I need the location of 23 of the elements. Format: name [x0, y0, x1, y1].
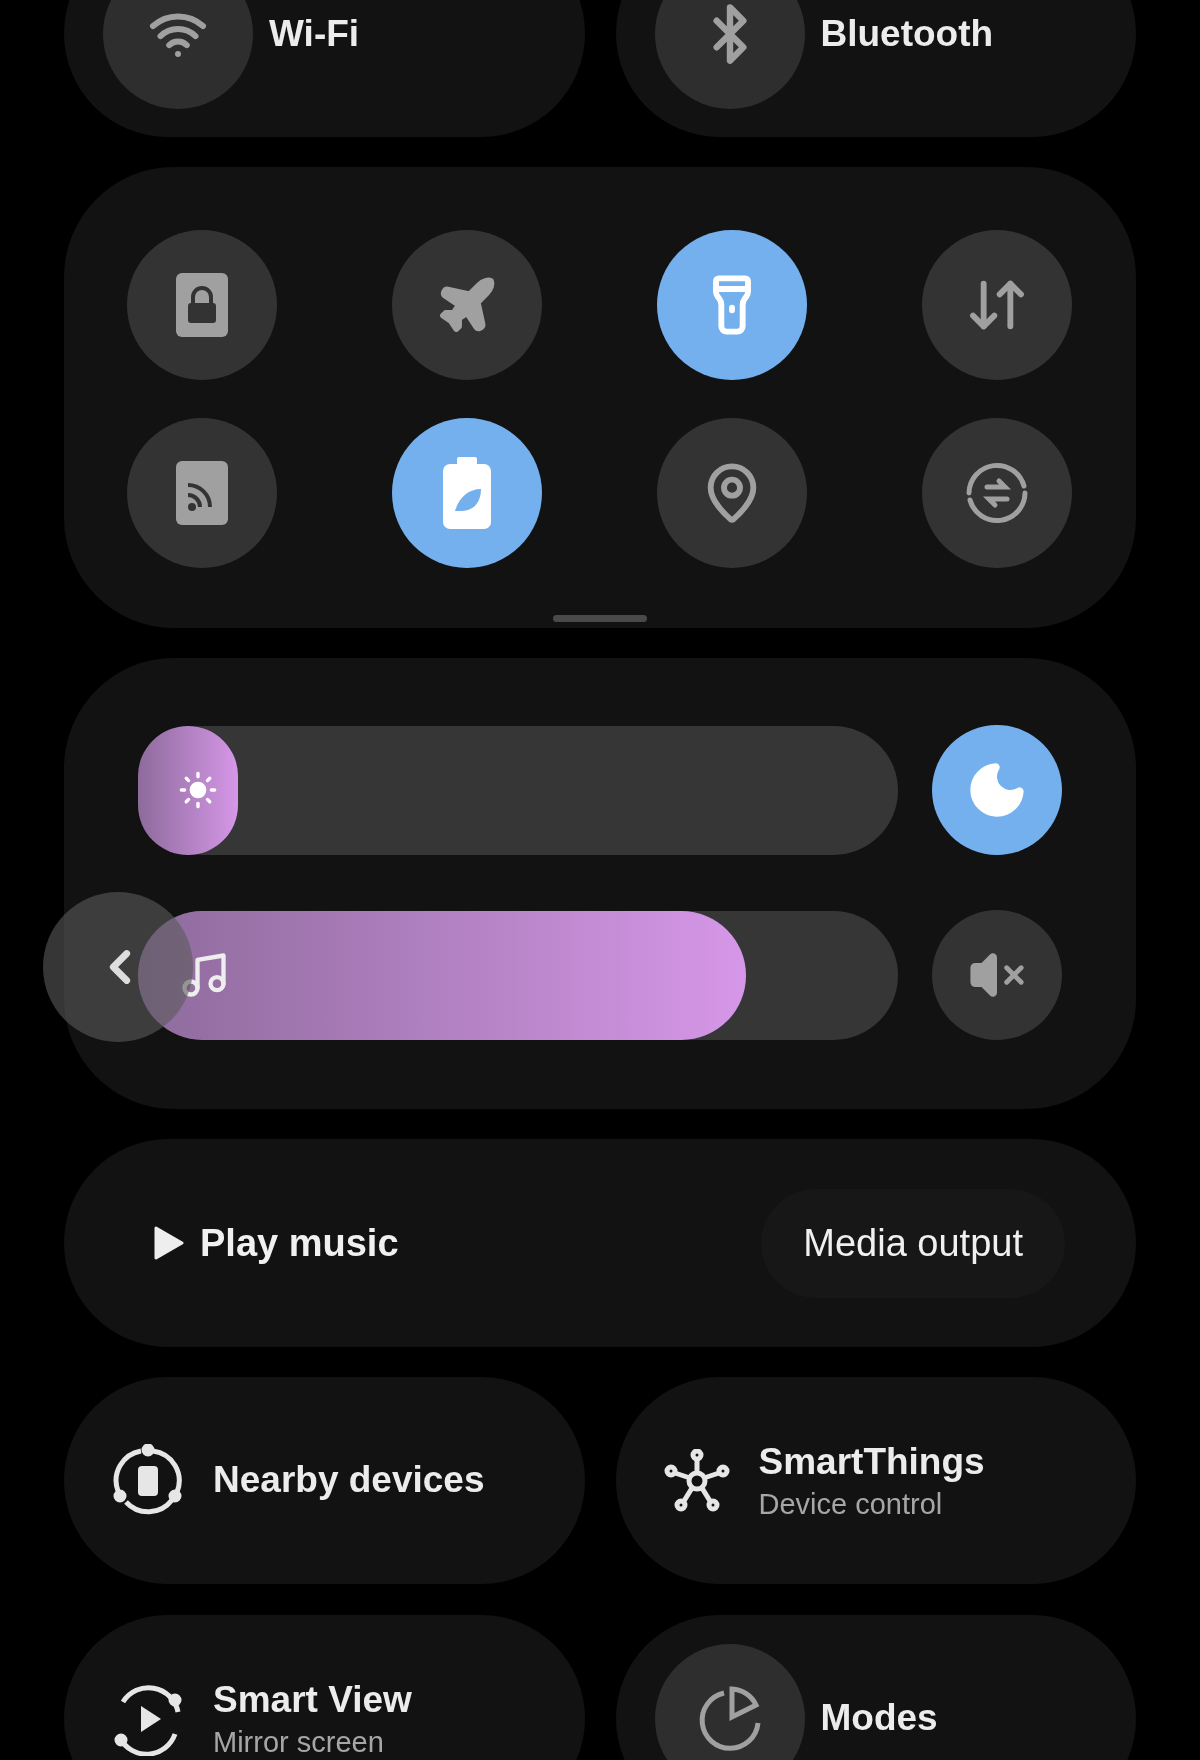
sun-icon [178, 770, 218, 810]
tile-subtitle: Device control [758, 1486, 944, 1522]
tile[interactable]: SmartThings Device control [615, 1377, 1136, 1584]
tile[interactable]: Nearby devices [64, 1377, 585, 1584]
brightness-slider[interactable] [138, 725, 898, 855]
tile-title: Wi-Fi [269, 11, 360, 56]
play-icon [154, 1226, 184, 1260]
tile-title: Bluetooth [820, 11, 994, 56]
tile-title: Smart View [213, 1678, 412, 1723]
cast-icon [174, 459, 230, 527]
drag-handle[interactable] [553, 615, 647, 622]
tile[interactable]: Modes [615, 1615, 1136, 1760]
tile-title: SmartThings [758, 1440, 985, 1485]
tile[interactable]: Wi-Fi [64, 0, 585, 137]
tile-title: Modes [820, 1696, 938, 1741]
lock-icon [174, 271, 230, 339]
tile-subtitle: Mirror screen [213, 1724, 385, 1760]
tile[interactable]: Bluetooth [615, 0, 1136, 137]
play-music-button[interactable]: Play music [154, 1214, 399, 1272]
media-output-button[interactable]: Media output [761, 1188, 1065, 1298]
tile-title: Nearby devices [213, 1458, 485, 1503]
network-nodes-icon [662, 1448, 731, 1513]
tile[interactable]: Smart View Mirror screen [64, 1615, 585, 1760]
